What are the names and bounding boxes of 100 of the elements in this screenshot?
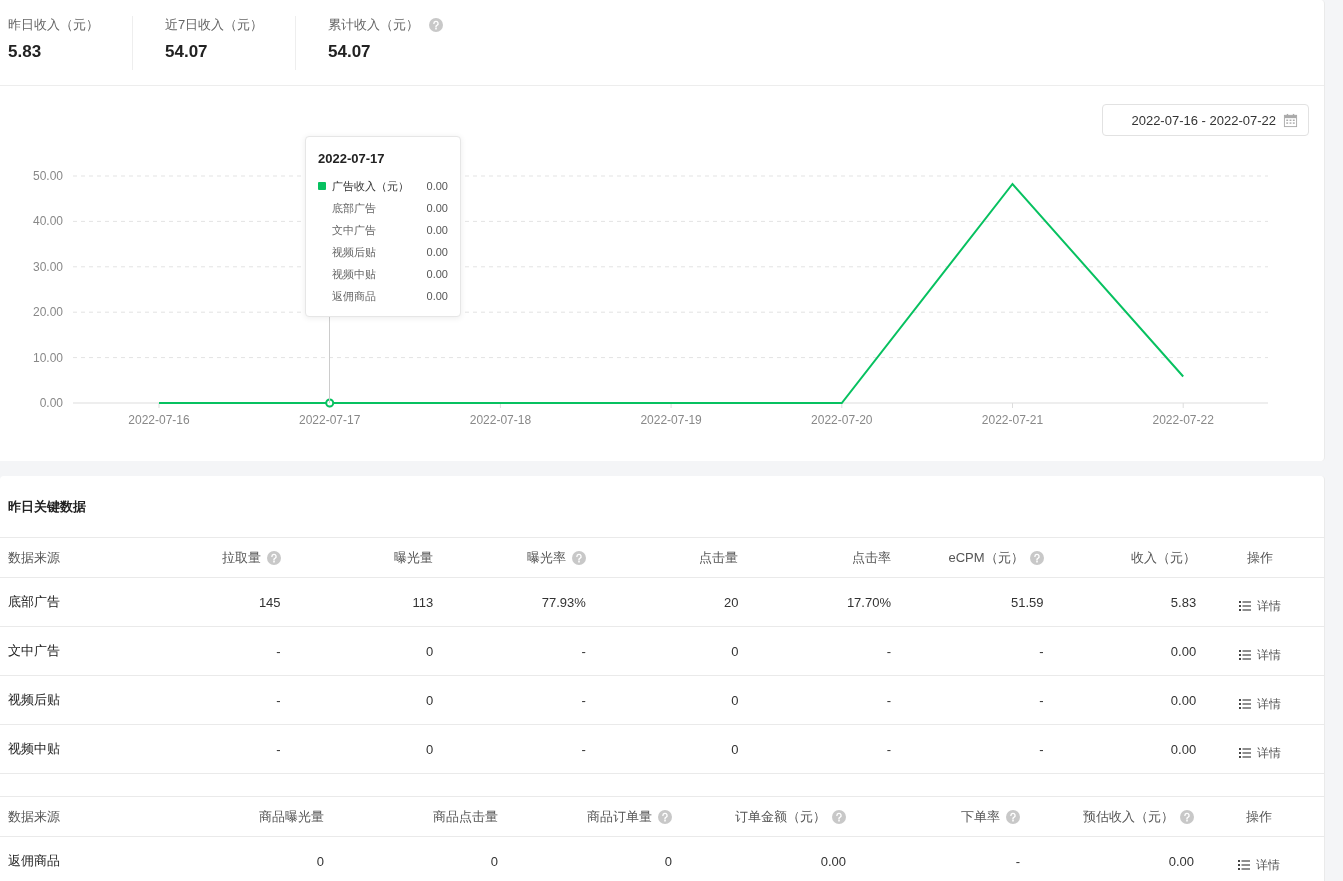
- help-icon[interactable]: [1029, 550, 1044, 565]
- column-header: 收入（元）: [1131, 548, 1197, 567]
- help-icon[interactable]: [832, 809, 846, 824]
- table-cell: -: [276, 643, 281, 659]
- table-cell: -: [581, 692, 586, 708]
- details-link[interactable]: 详情: [1239, 695, 1282, 713]
- table-cell: 0: [731, 692, 739, 708]
- help-icon[interactable]: [429, 18, 443, 32]
- table-cell: 文中广告: [8, 642, 60, 660]
- x-axis-label: 2022-07-18: [469, 413, 532, 427]
- table-cell: -: [276, 741, 281, 757]
- stat-label: 昨日收入（元）: [8, 16, 99, 34]
- list-icon: [1239, 699, 1252, 709]
- details-link[interactable]: 详情: [1239, 597, 1282, 615]
- column-header: 曝光量: [394, 548, 434, 567]
- tooltip-value: 0.00: [426, 290, 448, 302]
- y-axis-label: 10.00: [32, 350, 63, 365]
- tooltip-title: 2022-07-17: [318, 151, 386, 166]
- column-header: 预估收入（元）: [1083, 807, 1174, 826]
- table-cell: 20: [723, 594, 739, 610]
- tooltip-label: 文中广告: [332, 222, 377, 238]
- column-header: 曝光率: [526, 548, 566, 567]
- table-cell: 0: [425, 692, 434, 708]
- table-cell: 0.00: [1170, 643, 1197, 659]
- x-axis-label: 2022-07-17: [299, 413, 361, 427]
- table-cell: 视频后贴: [8, 691, 60, 709]
- column-header: 数据来源: [8, 807, 60, 826]
- column-header: 订单金额（元）: [735, 807, 826, 826]
- details-link[interactable]: 详情: [1239, 646, 1282, 664]
- table-cell: -: [1015, 853, 1020, 869]
- x-axis-label: 2022-07-19: [640, 413, 702, 427]
- y-axis-label: 50.00: [32, 169, 63, 183]
- table-cell: -: [1039, 692, 1044, 708]
- help-icon[interactable]: [1006, 809, 1020, 824]
- list-icon: [1238, 860, 1250, 870]
- list-icon: [1239, 748, 1252, 758]
- x-axis-label: 2022-07-22: [1152, 413, 1214, 427]
- table-cell: -: [581, 741, 586, 757]
- column-header: 操作: [1246, 807, 1272, 826]
- table-cell: 77.93%: [541, 594, 586, 610]
- stat-value: 5.83: [8, 42, 43, 62]
- table-cell: 0.00: [1168, 853, 1194, 869]
- y-axis-label: 0.00: [39, 396, 63, 410]
- table-cell: 17.70%: [846, 594, 891, 610]
- table-cell: -: [581, 643, 586, 659]
- section-title: 昨日关键数据: [7, 498, 87, 516]
- column-header: 拉取量: [221, 548, 261, 567]
- date-range-picker[interactable]: 2022-07-16 - 2022-07-22: [1102, 104, 1309, 136]
- table-cell: 5.83: [1170, 594, 1197, 610]
- table-cell: 0: [425, 741, 434, 757]
- details-link[interactable]: 详情: [1238, 856, 1280, 874]
- details-link[interactable]: 详情: [1239, 744, 1282, 762]
- tooltip-value: 0.00: [426, 224, 448, 236]
- tooltip-label: 广告收入（元）: [332, 178, 410, 194]
- column-header: 点击量: [699, 548, 739, 567]
- y-axis-label: 40.00: [32, 214, 63, 229]
- table-cell: 0.00: [1170, 692, 1197, 708]
- list-icon: [1239, 650, 1252, 660]
- tooltip-label: 视频后贴: [332, 244, 377, 260]
- x-axis-label: 2022-07-21: [981, 413, 1044, 427]
- column-header: 商品订单量: [587, 807, 652, 826]
- table-cell: 0: [425, 643, 434, 659]
- table-cell: -: [886, 741, 891, 757]
- table-cell: 返佣商品: [8, 852, 60, 870]
- stat-value: 54.07: [165, 42, 209, 62]
- column-header: eCPM（元）: [948, 548, 1024, 567]
- table-cell: -: [276, 692, 281, 708]
- help-icon[interactable]: [571, 550, 586, 565]
- x-axis-label: 2022-07-16: [128, 413, 190, 427]
- stat-label: 近7日收入（元）: [165, 16, 264, 34]
- tooltip-label: 底部广告: [332, 200, 377, 216]
- table-cell: 视频中贴: [8, 740, 60, 758]
- calendar-icon: [1283, 112, 1298, 128]
- data-point: [325, 398, 335, 408]
- table-cell: -: [886, 643, 891, 659]
- table-cell: 0: [731, 741, 739, 757]
- column-header: 商品点击量: [433, 807, 498, 826]
- stat-label: 累计收入（元）: [328, 16, 419, 34]
- table-cell: 145: [258, 594, 281, 610]
- stat-value: 54.07: [328, 42, 372, 62]
- column-header: 下单率: [961, 807, 1000, 826]
- list-icon: [1239, 601, 1252, 611]
- table-cell: 0.00: [820, 853, 846, 869]
- table-cell: -: [886, 692, 891, 708]
- tooltip-label: 返佣商品: [332, 288, 377, 304]
- tooltip-value: 0.00: [426, 268, 448, 280]
- table-cell: 113: [412, 594, 434, 610]
- table-cell: -: [1039, 643, 1044, 659]
- tooltip-value: 0.00: [426, 180, 448, 192]
- help-icon[interactable]: [266, 550, 281, 565]
- column-header: 数据来源: [8, 548, 60, 567]
- x-axis-label: 2022-07-20: [811, 413, 873, 427]
- y-axis-label: 30.00: [32, 259, 63, 274]
- help-icon[interactable]: [658, 809, 672, 824]
- help-icon[interactable]: [1180, 809, 1194, 824]
- column-header: 操作: [1247, 548, 1274, 567]
- y-axis-label: 20.00: [32, 305, 63, 320]
- table-cell: -: [1039, 741, 1044, 757]
- column-header: 点击率: [851, 548, 891, 567]
- tooltip-label: 视频中贴: [332, 266, 377, 282]
